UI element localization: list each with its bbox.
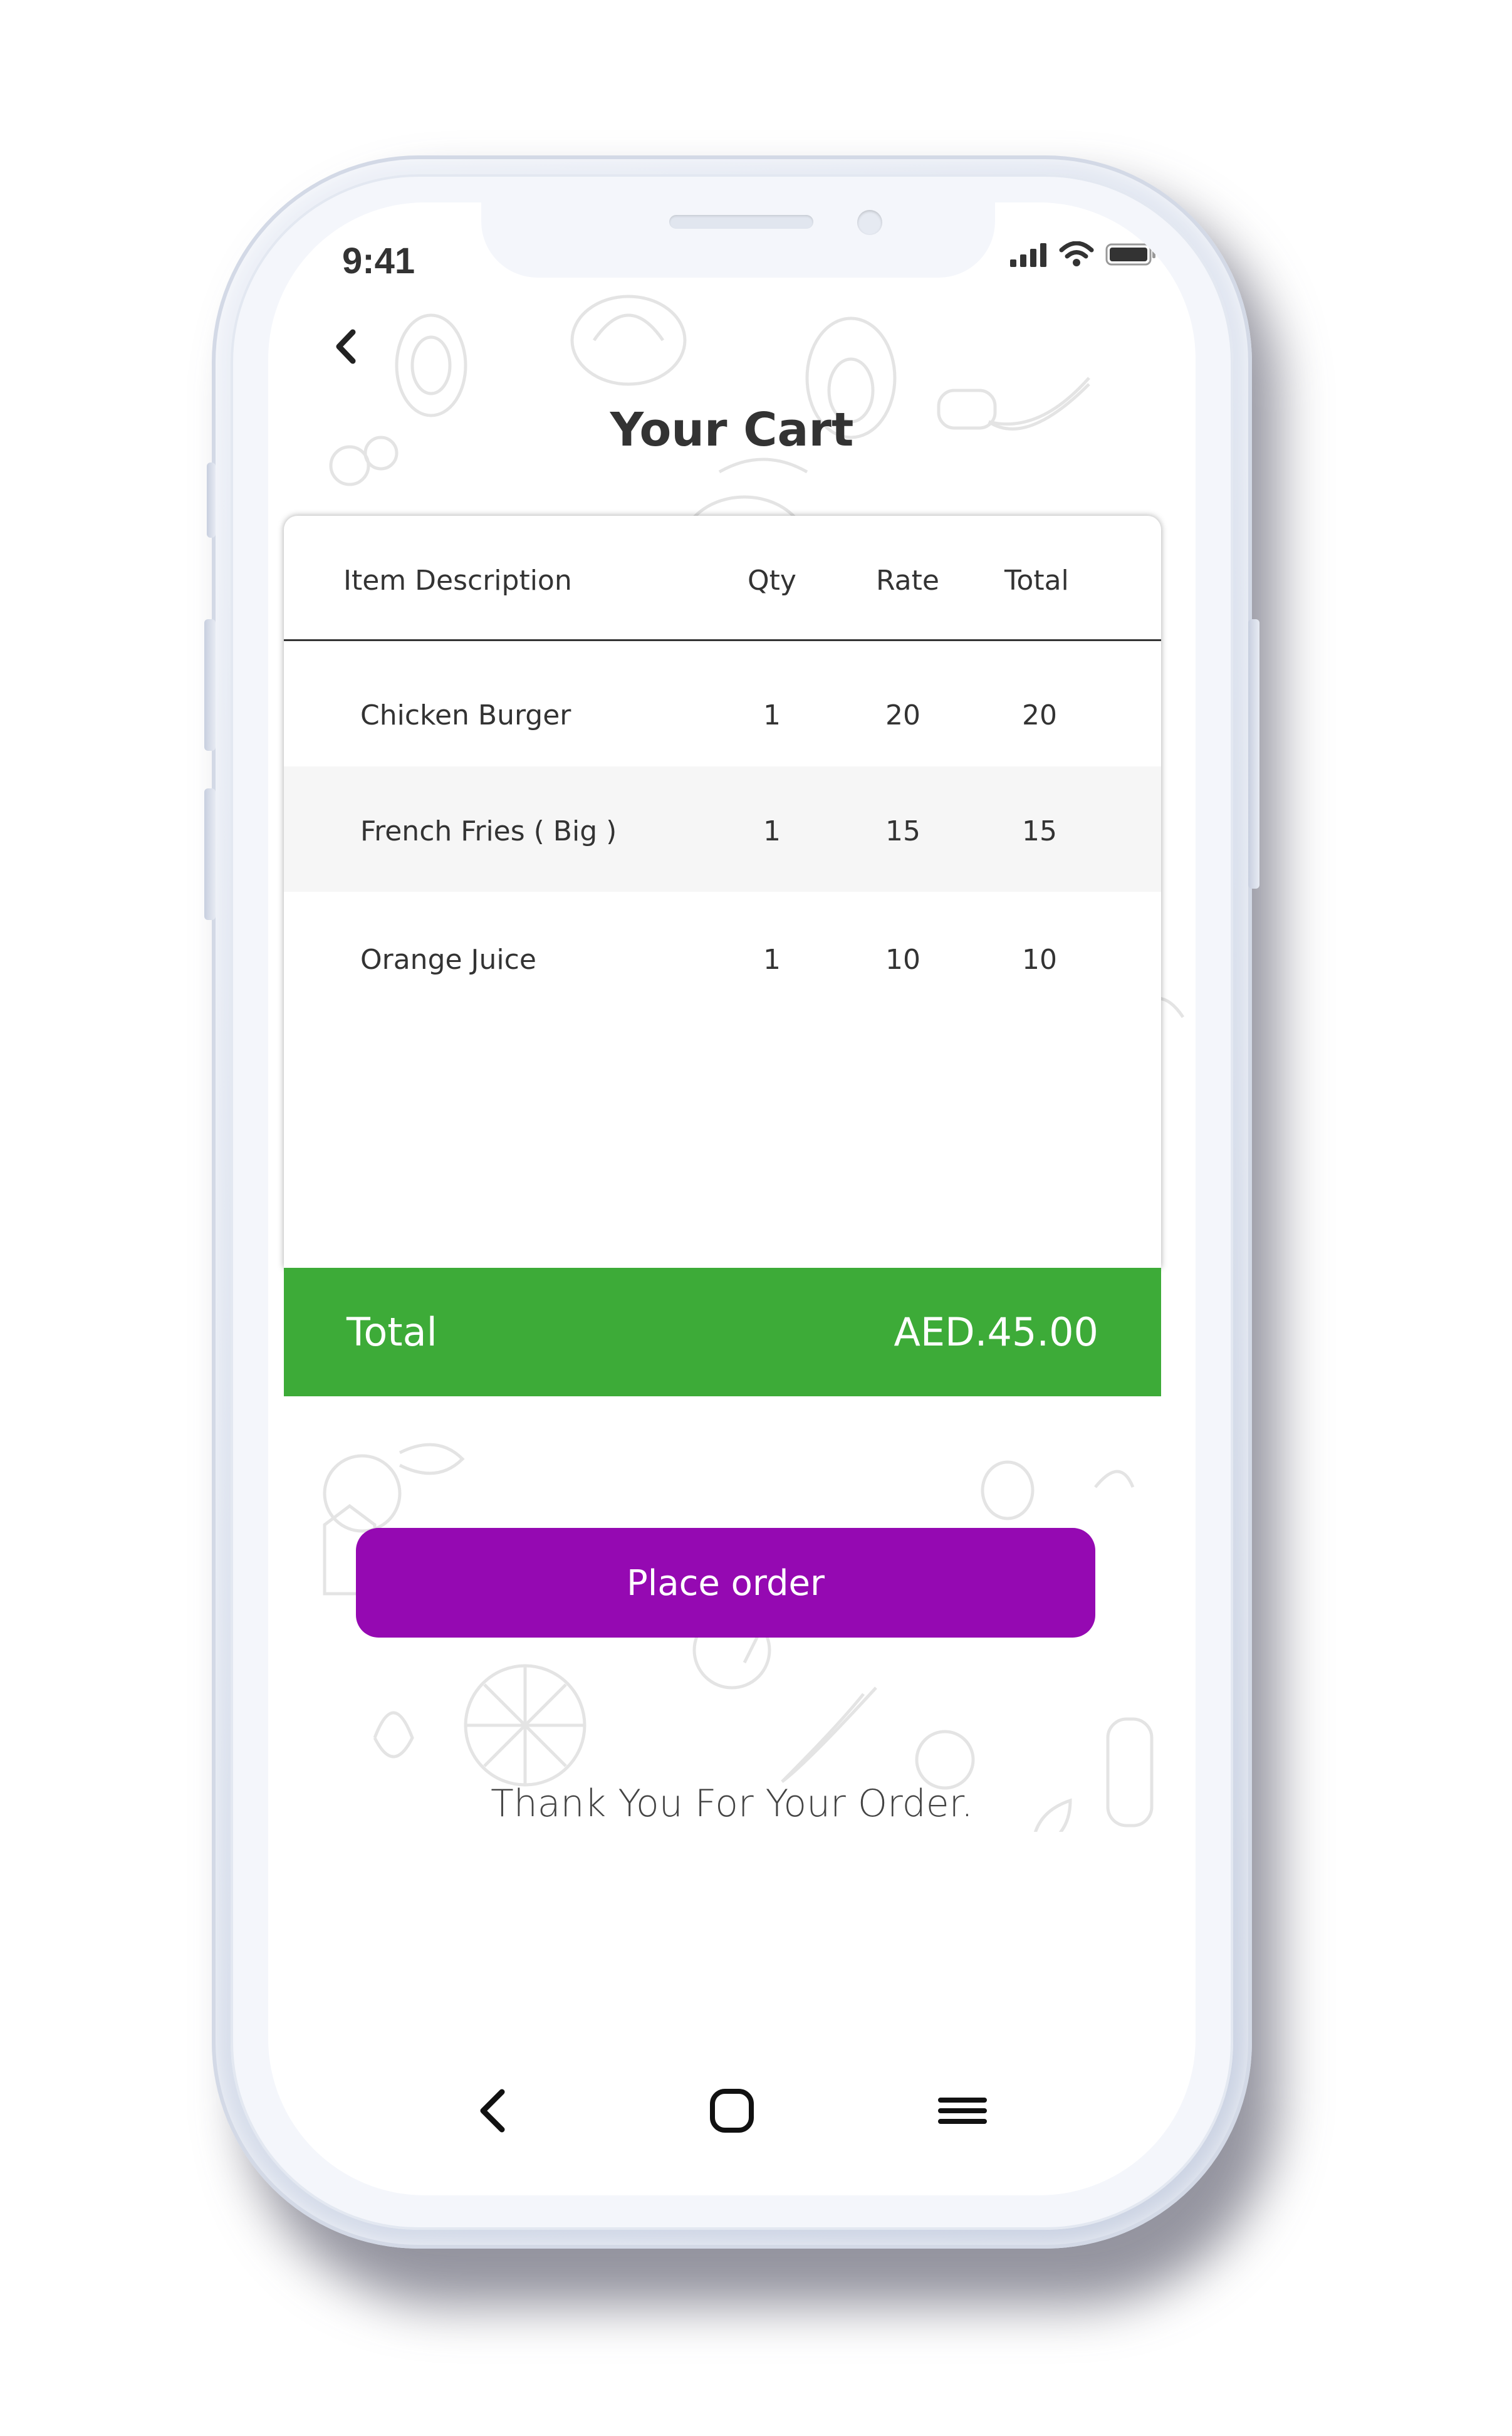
app-screen: 9:41 Your Cart Item Description Qty Rate… (268, 202, 1196, 2195)
volume-up-button (204, 619, 216, 751)
table-header: Item Description Qty Rate Total (284, 516, 1161, 641)
column-header-total: Total (1004, 565, 1069, 597)
table-row: Chicken Burger 1 20 20 (284, 651, 1161, 776)
volume-silent-switch (207, 463, 216, 538)
chevron-left-icon[interactable] (328, 325, 365, 369)
column-header-item-description: Item Description (343, 565, 572, 597)
thank-you-message: Thank You For Your Order. (491, 1782, 973, 1826)
row-qty: 1 (763, 944, 781, 976)
table-row: Orange Juice 1 10 10 (284, 895, 1161, 1020)
row-rate: 15 (885, 815, 920, 847)
phone-frame: 9:41 Your Cart Item Description Qty Rate… (204, 155, 1259, 2249)
row-total: 15 (1022, 815, 1057, 847)
status-icons (1010, 241, 1157, 268)
row-qty: 1 (763, 815, 781, 847)
column-header-qty: Qty (748, 565, 796, 597)
table-row: French Fries ( Big ) 1 15 15 (284, 766, 1161, 892)
volume-down-button (204, 788, 216, 920)
row-item-description: French Fries ( Big ) (360, 815, 617, 847)
back-icon[interactable] (466, 2083, 522, 2139)
cart-total-bar: Total AED.45.00 (284, 1268, 1161, 1396)
power-button (1248, 619, 1259, 889)
column-header-rate: Rate (876, 565, 939, 597)
signal-icon (1010, 243, 1046, 267)
menu-icon[interactable] (934, 2083, 991, 2139)
total-label: Total (347, 1309, 437, 1355)
total-amount: AED.45.00 (894, 1309, 1098, 1355)
row-item-description: Chicken Burger (360, 699, 571, 731)
page-title: Your Cart (610, 403, 854, 457)
battery-icon (1105, 243, 1155, 266)
speaker-grille (669, 215, 813, 229)
row-qty: 1 (763, 699, 781, 731)
place-order-button[interactable]: Place order (356, 1528, 1095, 1638)
row-rate: 10 (885, 944, 920, 976)
row-total: 20 (1022, 699, 1057, 731)
wifi-icon (1059, 241, 1094, 266)
row-item-description: Orange Juice (360, 944, 536, 976)
home-icon[interactable] (704, 2083, 760, 2139)
notch (481, 202, 995, 278)
front-camera (857, 210, 882, 235)
row-rate: 20 (885, 699, 920, 731)
status-time: 9:41 (342, 241, 415, 281)
row-total: 10 (1022, 944, 1057, 976)
cart-table: Item Description Qty Rate Total Chicken … (284, 516, 1161, 1268)
